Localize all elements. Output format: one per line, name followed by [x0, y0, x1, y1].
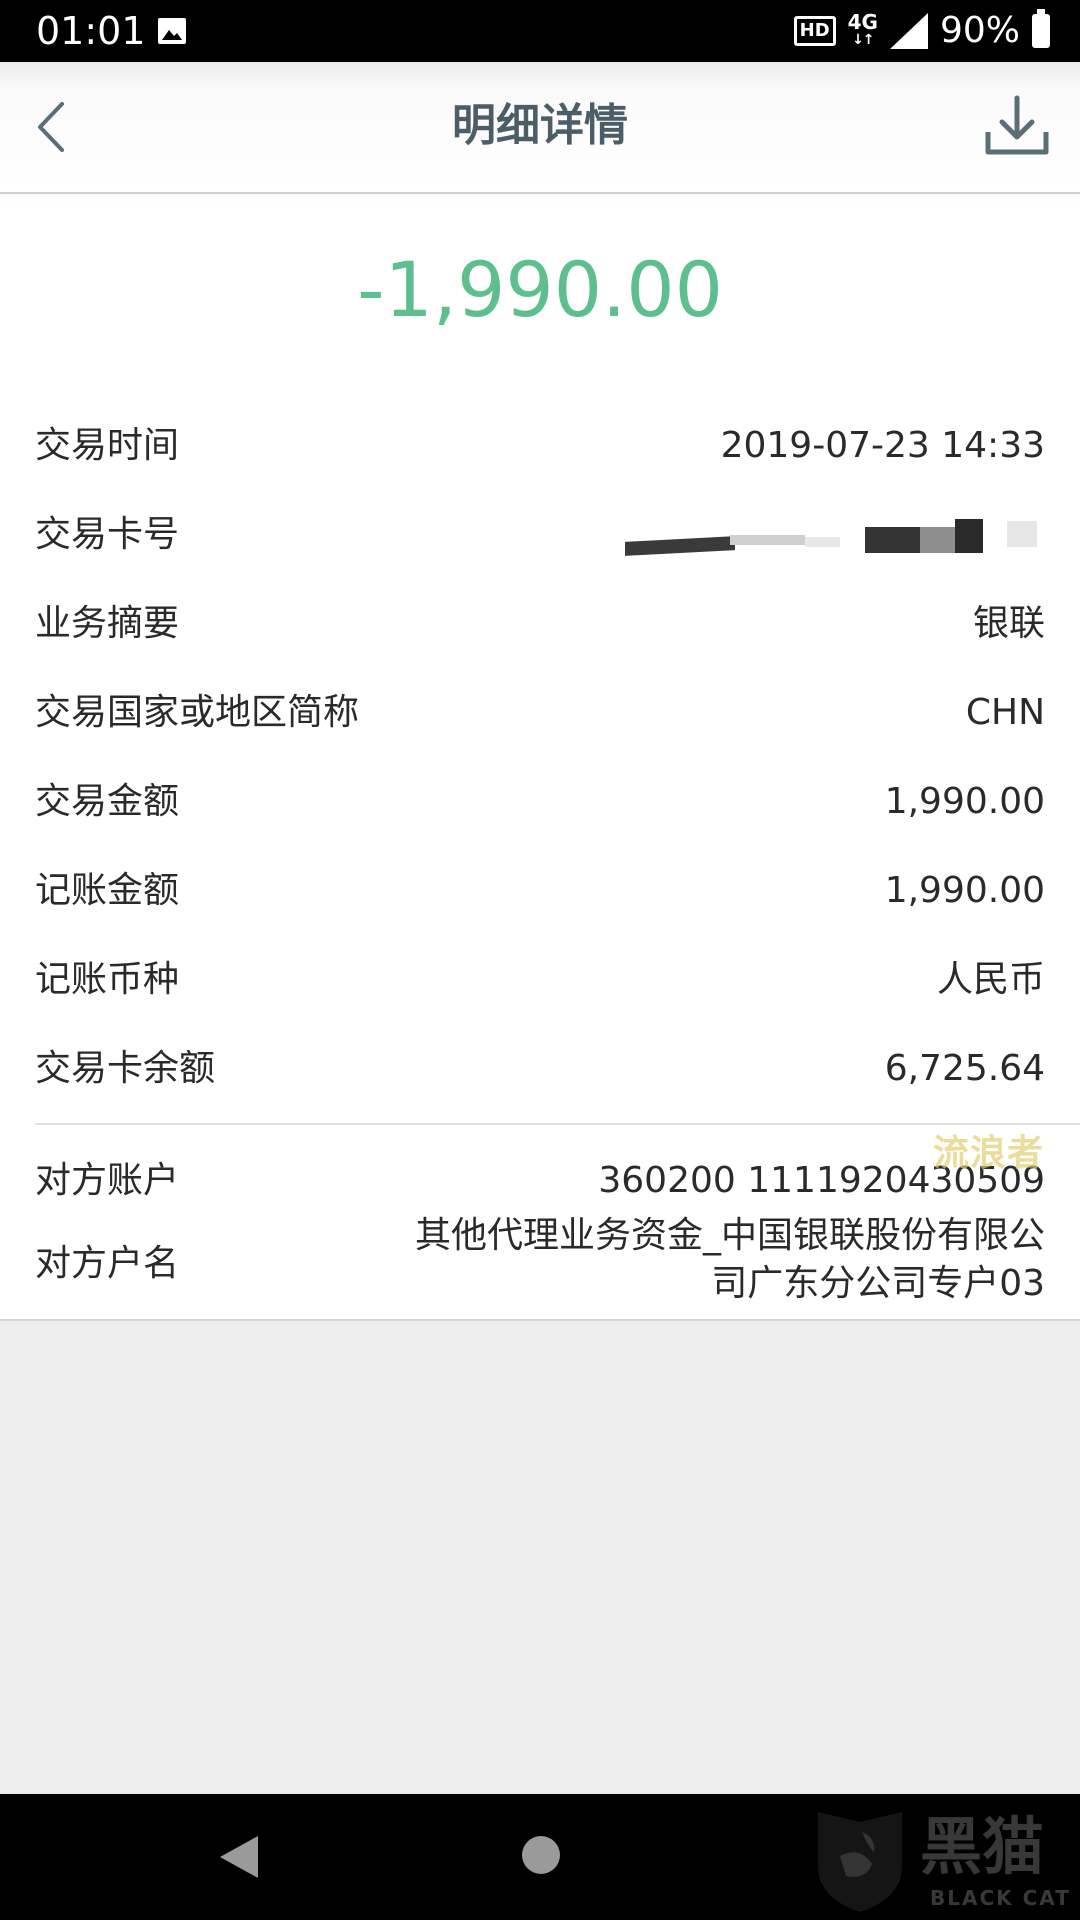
- download-icon[interactable]: [982, 92, 1052, 162]
- detail-row-time: 交易时间 2019-07-23 14:33: [35, 416, 1045, 476]
- detail-label: 交易金额: [35, 781, 180, 822]
- detail-label: 记账币种: [35, 959, 180, 1000]
- counterparty-name-row: 对方户名 其他代理业务资金_中国银联股份有限公 司广东分公司专户03: [35, 1215, 1045, 1308]
- detail-card: -1,990.00 交易时间 2019-07-23 14:33 交易卡号 业务摘…: [0, 194, 1080, 1321]
- photo-icon: [158, 18, 186, 44]
- detail-row-posted-amount: 记账金额 1,990.00: [35, 861, 1045, 921]
- page-title: 明细详情: [452, 100, 628, 151]
- detail-label: 交易卡号: [35, 514, 180, 555]
- nav-back-icon[interactable]: [218, 1834, 260, 1880]
- detail-value: CHN: [965, 692, 1045, 733]
- detail-label: 记账金额: [35, 870, 180, 911]
- battery-icon: [1032, 9, 1050, 48]
- counterparty-account-label: 对方账户: [35, 1160, 180, 1201]
- counterparty-name-label: 对方户名: [35, 1243, 180, 1284]
- detail-row-currency: 记账币种 人民币: [35, 950, 1045, 1010]
- watermark-text: 流浪者: [932, 1133, 1044, 1174]
- detail-row-card-number: 交易卡号: [35, 505, 1045, 565]
- detail-value: 6,725.64: [884, 1048, 1045, 1089]
- detail-row-transaction-amount: 交易金额 1,990.00: [35, 772, 1045, 832]
- detail-label: 交易时间: [35, 425, 180, 466]
- transaction-amount: -1,990.00: [357, 245, 723, 334]
- detail-label: 交易国家或地区简称: [35, 692, 360, 733]
- app-header: 明细详情: [0, 62, 1080, 194]
- card-number-redaction: [625, 513, 1045, 563]
- detail-row-balance: 交易卡余额 6,725.64: [35, 1039, 1045, 1099]
- counterparty-name-line1: 其他代理业务资金_中国银联股份有限公: [414, 1215, 1045, 1256]
- nav-home-icon[interactable]: [522, 1836, 560, 1874]
- detail-value: 1,990.00: [884, 870, 1045, 911]
- system-nav-bar: 黑猫 BLACK CAT: [0, 1794, 1080, 1920]
- watermark-logo-subtext: BLACK CAT: [930, 1886, 1071, 1910]
- network-indicator: 4G ↓↑: [848, 12, 878, 49]
- detail-row-summary: 业务摘要 银联: [35, 594, 1045, 654]
- watermark-logo-text: 黑猫: [920, 1810, 1045, 1883]
- detail-label: 业务摘要: [35, 603, 180, 644]
- status-time: 01:01: [36, 9, 146, 53]
- counterparty-account-row: 对方账户 360200 1111920430509: [35, 1151, 1045, 1211]
- counterparty-name-line2: 司广东分公司专户03: [711, 1263, 1045, 1304]
- data-arrows-icon: ↓↑: [852, 32, 874, 48]
- hd-badge: HD: [793, 16, 836, 46]
- section-divider: [35, 1123, 1080, 1125]
- detail-value: 2019-07-23 14:33: [720, 425, 1045, 466]
- black-cat-logo-icon: [818, 1812, 902, 1912]
- status-indicators: HD 4G ↓↑ 90%: [793, 8, 1050, 54]
- status-bar: 01:01 HD 4G ↓↑ 90%: [0, 0, 1080, 62]
- detail-row-country: 交易国家或地区简称 CHN: [35, 683, 1045, 743]
- detail-value: 银联: [972, 603, 1045, 644]
- detail-value: 1,990.00: [884, 781, 1045, 822]
- detail-value: 人民币: [936, 959, 1045, 1000]
- battery-percent: 90%: [939, 10, 1020, 51]
- signal-icon: [889, 13, 928, 49]
- detail-label: 交易卡余额: [35, 1048, 216, 1089]
